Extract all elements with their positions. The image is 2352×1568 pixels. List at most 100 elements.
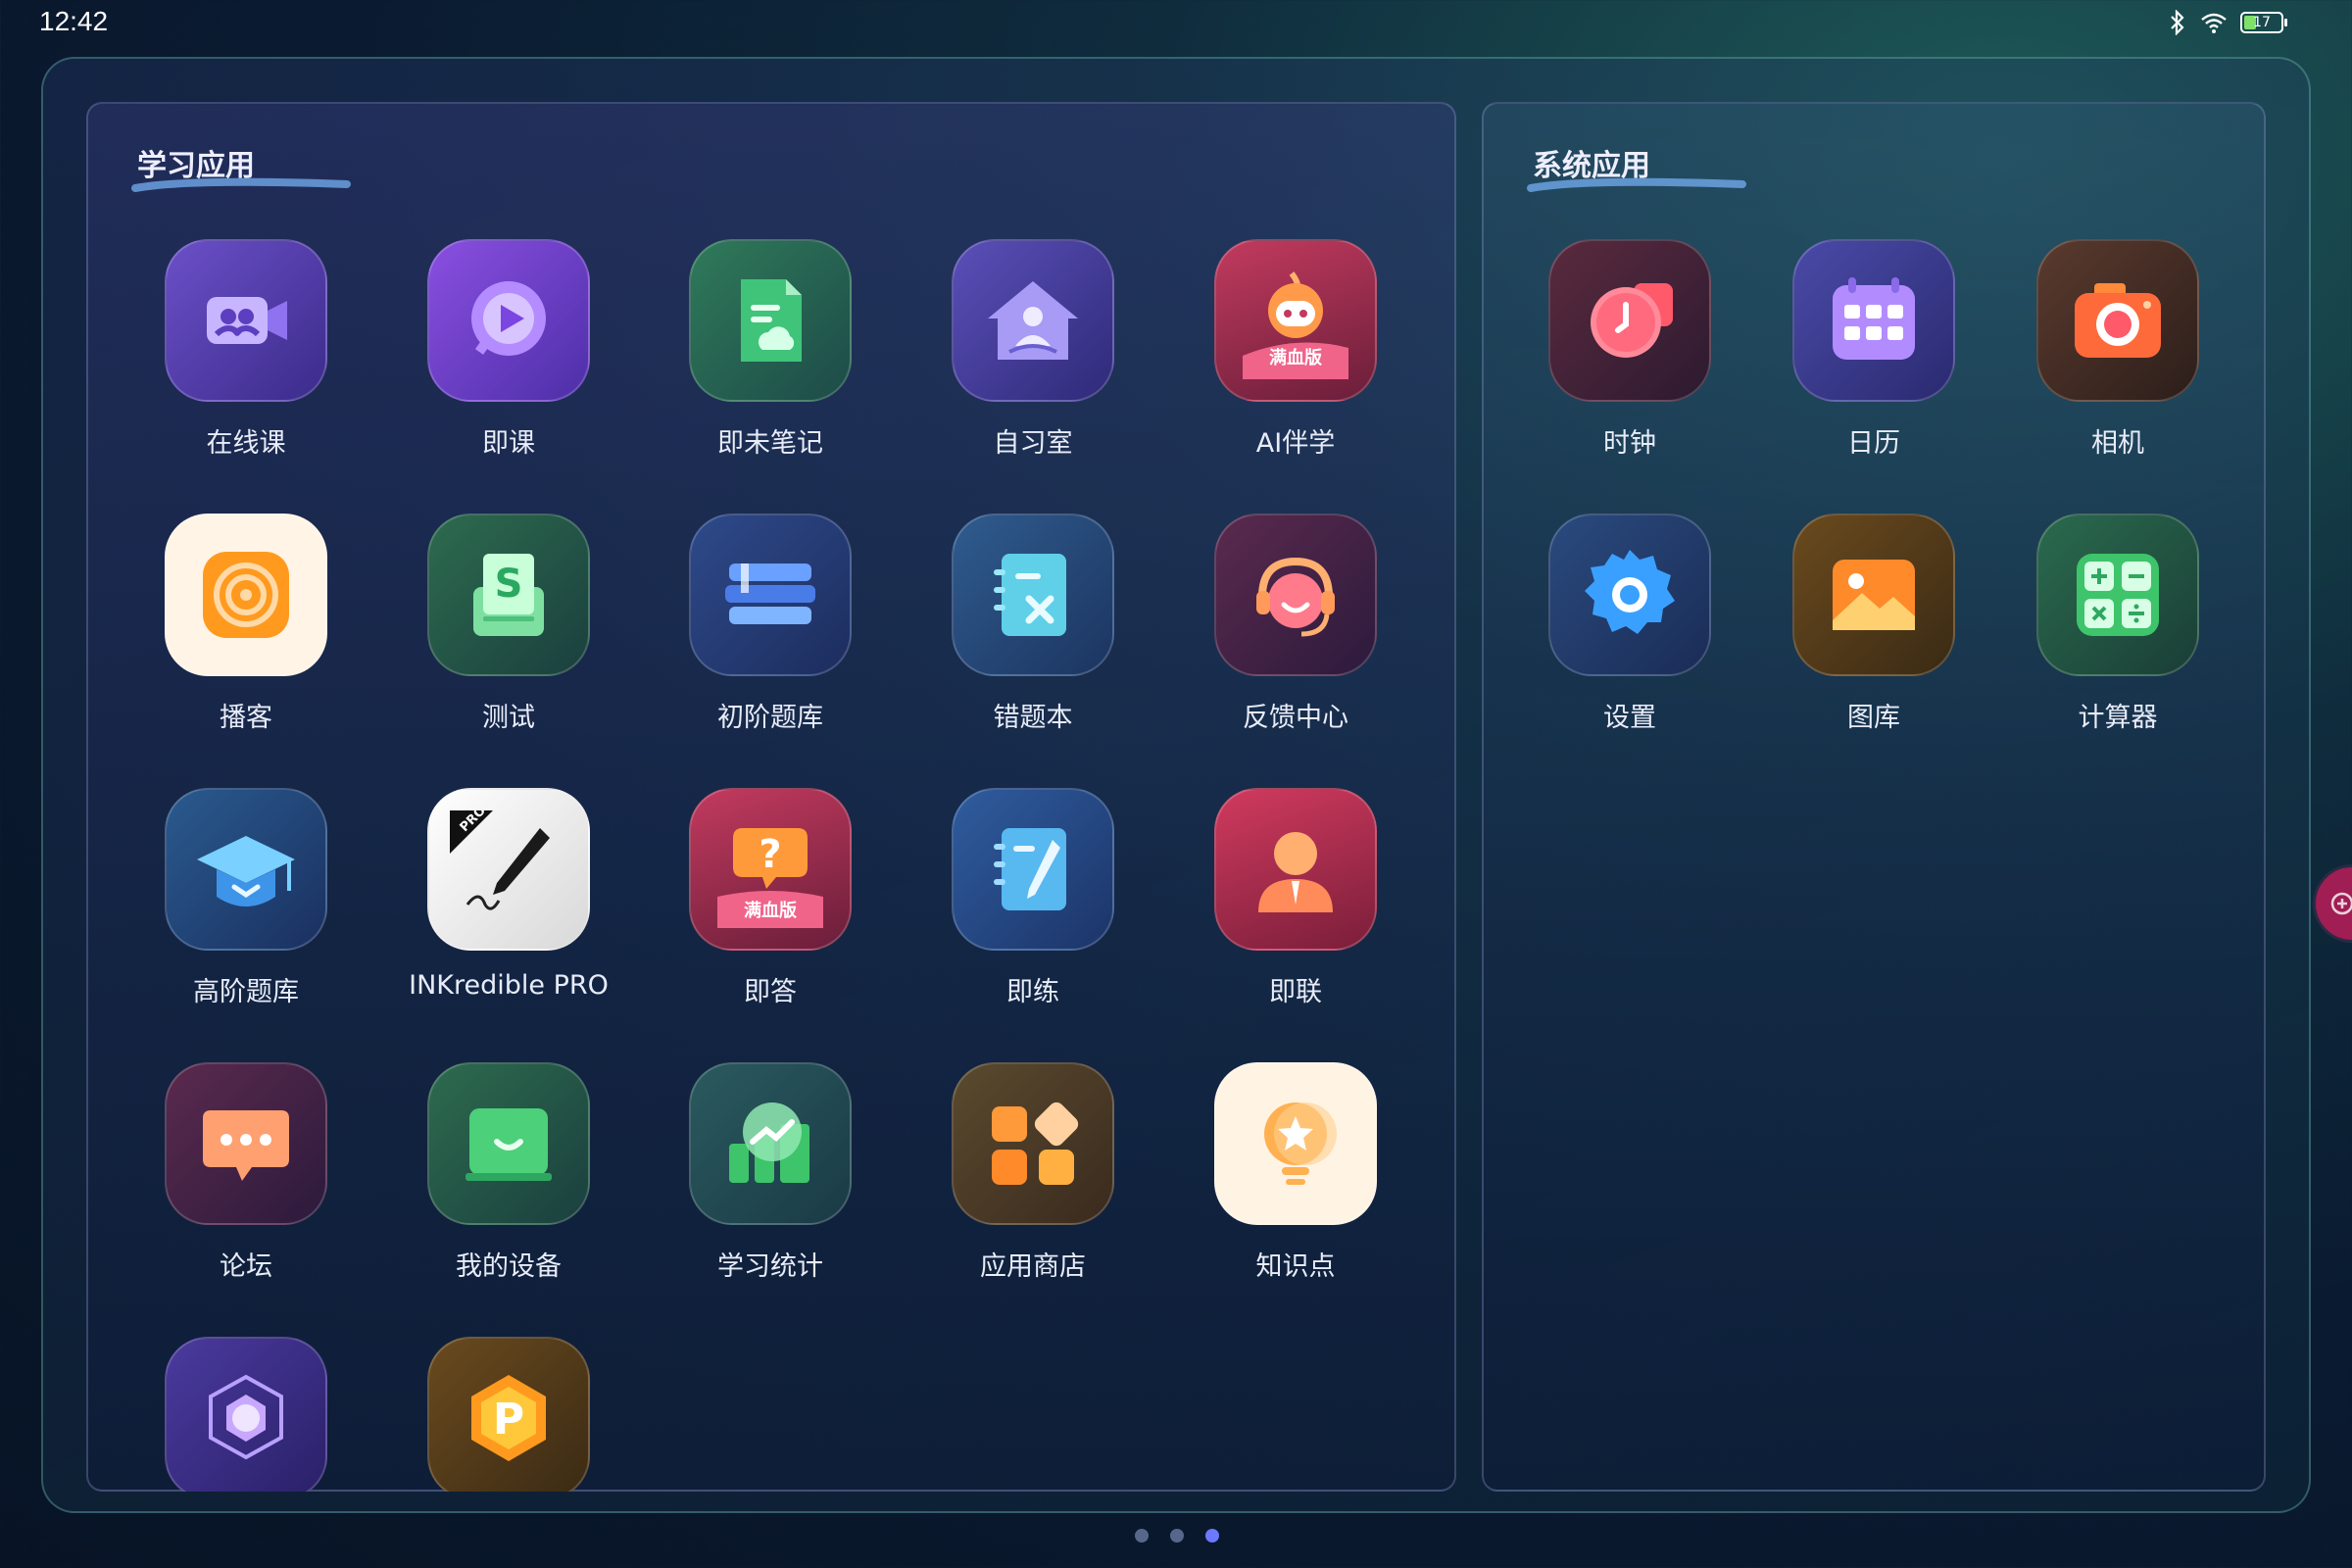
calendar-icon <box>1792 239 1955 402</box>
title-brush-stroke <box>1527 177 1746 192</box>
app-label: 时钟 <box>1603 428 1656 459</box>
camera-icon <box>2036 239 2199 402</box>
question-bubble-icon: ? 满血版 <box>689 788 852 951</box>
app-app-store[interactable]: 应用商店 <box>919 1062 1115 1298</box>
ai-mascot-icon: 满血版 <box>1214 239 1377 402</box>
app-online-class[interactable]: 在线课 <box>132 239 328 474</box>
page-dot[interactable] <box>1170 1529 1184 1543</box>
podcast-icon <box>165 514 327 676</box>
page-indicator[interactable] <box>1135 1529 1219 1543</box>
video-class-icon <box>165 239 327 402</box>
app-label: 应用商店 <box>980 1251 1086 1282</box>
badge-full-version: 满血版 <box>744 900 797 921</box>
hexagon-cube-icon <box>165 1337 327 1492</box>
test-paper-icon: S <box>427 514 590 676</box>
badge-full-version: 满血版 <box>1269 347 1322 368</box>
calculator-icon <box>2036 514 2199 676</box>
app-label: 即未笔记 <box>717 428 823 459</box>
status-time: 12:42 <box>39 6 109 36</box>
chat-bubble-icon <box>165 1062 327 1225</box>
app-inkredible-pro[interactable]: PRO INKredible PRO <box>395 788 609 1023</box>
app-label: 播客 <box>220 703 272 733</box>
wifi-icon <box>2201 13 2227 33</box>
app-label: 计算器 <box>2078 703 2158 733</box>
app-label: 设置 <box>1603 703 1656 733</box>
p-glyph: P <box>493 1395 524 1445</box>
app-my-device[interactable]: 我的设备 <box>395 1062 591 1298</box>
battery-icon: 17 <box>2240 12 2287 33</box>
app-jike[interactable]: 即课 <box>395 239 591 474</box>
app-label: 知识点 <box>1255 1251 1336 1282</box>
app-jilian-practice[interactable]: 即练 <box>919 788 1115 1023</box>
app-clock[interactable]: 时钟 <box>1516 239 1712 474</box>
app-label: 日历 <box>1847 428 1900 459</box>
page-dot[interactable] <box>1135 1529 1149 1543</box>
page-dot-active[interactable] <box>1205 1529 1219 1543</box>
p-hexagon-icon: P <box>427 1337 590 1492</box>
notebook-pen-icon <box>952 788 1114 951</box>
title-brush-stroke <box>131 177 351 192</box>
app-calculator[interactable]: 计算器 <box>2004 514 2200 749</box>
app-jilian-contact[interactable]: 即联 <box>1182 788 1378 1023</box>
app-label: INKredible PRO <box>409 970 609 1001</box>
app-jida[interactable]: ? 满血版 即答 <box>657 788 853 1023</box>
play-bubble-icon <box>427 239 590 402</box>
app-feedback-center[interactable]: 反馈中心 <box>1182 514 1378 749</box>
app-ai-companion[interactable]: 满血版 AI伴学 <box>1182 239 1378 474</box>
gear-icon <box>1548 514 1711 676</box>
app-unlabeled-hexagon[interactable] <box>132 1337 328 1492</box>
app-knowledge-points[interactable]: 知识点 <box>1182 1062 1378 1298</box>
lightbulb-star-icon <box>1214 1062 1377 1225</box>
tablet-device-icon <box>427 1062 590 1225</box>
app-study-room[interactable]: 自习室 <box>919 239 1115 474</box>
app-forum[interactable]: 论坛 <box>132 1062 328 1298</box>
graduation-cap-icon <box>165 788 327 951</box>
app-label: 自习室 <box>993 428 1073 459</box>
app-store-icon <box>952 1062 1114 1225</box>
app-label: 我的设备 <box>456 1251 562 1282</box>
app-label: 初阶题库 <box>717 703 823 733</box>
books-stack-icon <box>689 514 852 676</box>
app-label: 图库 <box>1847 703 1900 733</box>
battery-level: 17 <box>2253 15 2271 30</box>
app-notes[interactable]: 即未笔记 <box>657 239 853 474</box>
svg-text:?: ? <box>759 832 781 877</box>
status-icons: 17 <box>2168 10 2287 35</box>
app-label: 即课 <box>482 428 535 459</box>
app-label: 学习统计 <box>717 1251 823 1282</box>
app-label: 反馈中心 <box>1243 703 1348 733</box>
person-contact-icon <box>1214 788 1377 951</box>
app-podcast[interactable]: 播客 <box>132 514 328 749</box>
plus-circle-icon <box>2330 892 2352 915</box>
app-label: 相机 <box>2091 428 2144 459</box>
floating-side-handle[interactable] <box>2313 864 2352 943</box>
clock-icon <box>1548 239 1711 402</box>
svg-text:S: S <box>495 562 523 607</box>
stats-trend-icon <box>689 1062 852 1225</box>
app-label: 即联 <box>1269 977 1322 1007</box>
app-label: 高阶题库 <box>193 977 299 1007</box>
app-calendar[interactable]: 日历 <box>1760 239 1956 474</box>
app-basic-question-bank[interactable]: 初阶题库 <box>657 514 853 749</box>
notes-icon <box>689 239 852 402</box>
app-study-statistics[interactable]: 学习统计 <box>657 1062 853 1298</box>
app-label: 即练 <box>1006 977 1059 1007</box>
app-label: 测试 <box>482 703 535 733</box>
app-label: 在线课 <box>206 428 286 459</box>
app-settings[interactable]: 设置 <box>1516 514 1712 749</box>
app-mistake-book[interactable]: 错题本 <box>919 514 1115 749</box>
bluetooth-icon <box>2171 10 2184 35</box>
headset-feedback-icon <box>1214 514 1377 676</box>
app-label: 即答 <box>744 977 797 1007</box>
app-label: 论坛 <box>220 1251 272 1282</box>
gallery-icon <box>1792 514 1955 676</box>
status-bar: 12:42 17 <box>0 0 2352 49</box>
app-camera[interactable]: 相机 <box>2004 239 2200 474</box>
app-gallery[interactable]: 图库 <box>1760 514 1956 749</box>
house-study-icon <box>952 239 1114 402</box>
app-advanced-question-bank[interactable]: 高阶题库 <box>132 788 328 1023</box>
app-test[interactable]: S 测试 <box>395 514 591 749</box>
app-label: AI伴学 <box>1255 428 1336 459</box>
pen-writing-icon: PRO <box>427 788 590 951</box>
app-unlabeled-p[interactable]: P <box>395 1337 591 1492</box>
